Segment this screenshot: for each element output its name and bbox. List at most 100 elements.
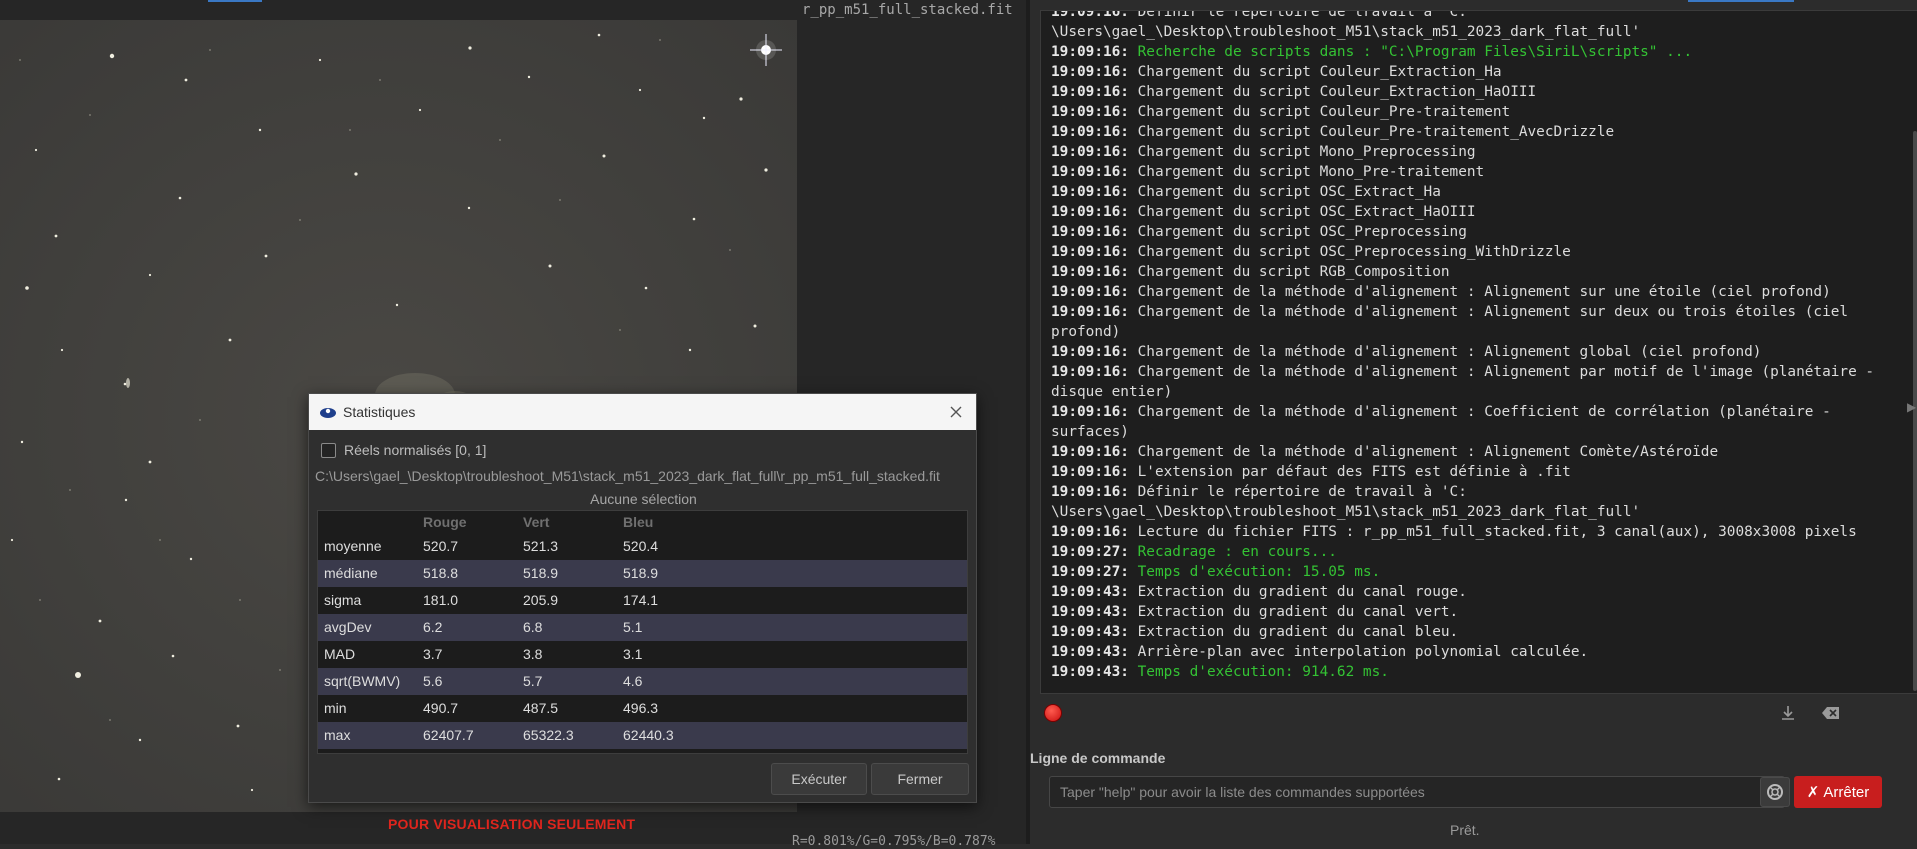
log-line: 19:09:16: Chargement du script OSC_Extra… bbox=[1051, 202, 1901, 222]
stat-value: 62407.7 bbox=[423, 727, 474, 743]
log-line: 19:09:16: Chargement du script Couleur_P… bbox=[1051, 122, 1901, 142]
stop-button[interactable]: ✗ Arrêter bbox=[1794, 776, 1882, 808]
stat-value: 496.3 bbox=[623, 700, 659, 716]
log-line: 19:09:27: Temps d'exécution: 15.05 ms. bbox=[1051, 562, 1901, 582]
table-row[interactable]: sqrt(BWMV) 5.6 5.7 4.6 bbox=[318, 668, 967, 695]
log-line: 19:09:16: Chargement du script RGB_Compo… bbox=[1051, 262, 1901, 282]
stat-value: 181.0 bbox=[423, 592, 459, 608]
stat-value: 3.1 bbox=[623, 646, 643, 662]
log-line: 19:09:16: L'extension par défaut des FIT… bbox=[1051, 462, 1901, 482]
siril-logo-icon bbox=[320, 408, 336, 418]
log-line: 19:09:16: Chargement de la méthode d'ali… bbox=[1051, 442, 1901, 462]
stat-name: sigma bbox=[324, 592, 362, 608]
table-row[interactable]: sigma 181.0 205.9 174.1 bbox=[318, 587, 967, 614]
stat-value: 487.5 bbox=[523, 700, 559, 716]
table-row[interactable]: MAD 3.7 3.8 3.1 bbox=[318, 641, 967, 668]
log-message: Temps d'exécution: 15.05 ms. bbox=[1137, 564, 1381, 580]
execute-button[interactable]: Exécuter bbox=[771, 763, 867, 795]
log-timestamp: 19:09:16: bbox=[1051, 44, 1138, 60]
help-button[interactable] bbox=[1760, 777, 1790, 807]
command-input[interactable] bbox=[1049, 776, 1785, 808]
log-message: Chargement de la méthode d'alignement : … bbox=[1137, 284, 1831, 300]
column-header-blue: Bleu bbox=[623, 514, 654, 530]
log-line: \Users\gael_\Desktop\troubleshoot_M51\st… bbox=[1051, 22, 1901, 42]
stat-value: 65322.3 bbox=[523, 727, 574, 743]
stat-name: sqrt(BWMV) bbox=[324, 673, 401, 689]
log-message: Chargement du script OSC_Preprocessing_W… bbox=[1137, 244, 1571, 260]
log-message: Définir le répertoire de travail à 'C: bbox=[1137, 10, 1467, 20]
log-line: 19:09:16: Chargement du script OSC_Prepr… bbox=[1051, 222, 1901, 242]
log-line: 19:09:43: Temps d'exécution: 914.62 ms. bbox=[1051, 662, 1901, 682]
stat-value: 490.7 bbox=[423, 700, 459, 716]
log-line: 19:09:16: Chargement de la méthode d'ali… bbox=[1051, 362, 1901, 402]
statistics-dialog: Statistiques Réels normalisés [0, 1] C:\… bbox=[308, 393, 977, 803]
column-header-green: Vert bbox=[523, 514, 550, 530]
log-message: Chargement du script RGB_Composition bbox=[1137, 264, 1450, 280]
log-line: 19:09:16: Chargement du script Couleur_E… bbox=[1051, 82, 1901, 102]
stat-value: 205.9 bbox=[523, 592, 559, 608]
statistics-table: Rouge Vert Bleu moyenne 520.7 521.3 520.4 mé… bbox=[317, 510, 968, 754]
stat-value: 521.3 bbox=[523, 538, 559, 554]
download-icon[interactable] bbox=[1778, 703, 1798, 727]
stat-name: médiane bbox=[324, 565, 378, 581]
table-row[interactable]: moyenne 520.7 521.3 520.4 bbox=[318, 533, 967, 560]
log-timestamp: 19:09:16: bbox=[1051, 184, 1138, 200]
dialog-title: Statistiques bbox=[343, 404, 416, 420]
log-line: 19:09:16: Chargement du script Couleur_E… bbox=[1051, 62, 1901, 82]
log-line: 19:09:16: Chargement de la méthode d'ali… bbox=[1051, 342, 1901, 362]
log-line: 19:09:16: Lecture du fichier FITS : r_pp… bbox=[1051, 522, 1901, 542]
log-line: 19:09:16: Chargement du script OSC_Prepr… bbox=[1051, 242, 1901, 262]
table-row[interactable]: avgDev 6.2 6.8 5.1 bbox=[318, 614, 967, 641]
log-timestamp: 19:09:16: bbox=[1051, 284, 1138, 300]
log-timestamp: 19:09:16: bbox=[1051, 164, 1138, 180]
log-message: Chargement du script Couleur_Extraction_… bbox=[1137, 64, 1502, 80]
table-row[interactable]: médiane 518.8 518.9 518.9 bbox=[318, 560, 967, 587]
log-timestamp: 19:09:16: bbox=[1051, 264, 1138, 280]
log-lines: 19:09:16: Définir le répertoire de trava… bbox=[1051, 10, 1901, 682]
stat-value: 518.9 bbox=[623, 565, 659, 581]
log-line: \Users\gael_\Desktop\troubleshoot_M51\st… bbox=[1051, 502, 1901, 522]
stat-value: 174.1 bbox=[623, 592, 659, 608]
log-timestamp: 19:09:43: bbox=[1051, 664, 1138, 680]
log-message: Recherche de scripts dans : "C:\Program … bbox=[1137, 44, 1693, 60]
console-log[interactable]: 19:09:16: Définir le répertoire de trava… bbox=[1040, 10, 1917, 694]
log-line: 19:09:43: Arrière-plan avec interpolatio… bbox=[1051, 642, 1901, 662]
preview-watermark: POUR VISUALISATION SEULEMENT bbox=[388, 816, 636, 832]
log-timestamp: 19:09:16: bbox=[1051, 524, 1138, 540]
log-timestamp: 19:09:16: bbox=[1051, 464, 1138, 480]
log-message: Chargement de la méthode d'alignement : … bbox=[1051, 364, 1883, 400]
log-line: 19:09:43: Extraction du gradient du cana… bbox=[1051, 602, 1901, 622]
collapse-arrow-icon[interactable]: ▶ bbox=[1907, 400, 1916, 414]
table-row[interactable]: min 490.7 487.5 496.3 bbox=[318, 695, 967, 722]
stat-name: min bbox=[324, 700, 347, 716]
log-message: Chargement du script Mono_Pre-traitement bbox=[1137, 164, 1485, 180]
log-timestamp: 19:09:27: bbox=[1051, 544, 1138, 560]
stat-value: 5.7 bbox=[523, 673, 543, 689]
dialog-titlebar[interactable]: Statistiques bbox=[309, 394, 976, 430]
log-message: Chargement du script Couleur_Pre-traitem… bbox=[1137, 124, 1615, 140]
stat-value: 6.8 bbox=[523, 619, 543, 635]
log-message: Chargement de la méthode d'alignement : … bbox=[1137, 444, 1719, 460]
table-row[interactable]: max 62407.7 65322.3 62440.3 bbox=[318, 722, 967, 749]
log-line: 19:09:43: Extraction du gradient du cana… bbox=[1051, 582, 1901, 602]
normalized-checkbox[interactable] bbox=[321, 442, 336, 458]
log-message: Chargement de la méthode d'alignement : … bbox=[1051, 304, 1857, 340]
log-timestamp: 19:09:16: bbox=[1051, 244, 1138, 260]
log-timestamp: 19:09:43: bbox=[1051, 584, 1138, 600]
log-message: Extraction du gradient du canal rouge. bbox=[1137, 584, 1467, 600]
log-message: Extraction du gradient du canal bleu. bbox=[1137, 624, 1459, 640]
column-header-red: Rouge bbox=[423, 514, 467, 530]
log-timestamp: 19:09:16: bbox=[1051, 204, 1138, 220]
stat-value: 518.8 bbox=[423, 565, 459, 581]
log-timestamp: 19:09:16: bbox=[1051, 64, 1138, 80]
log-line: 19:09:16: Recherche de scripts dans : "C… bbox=[1051, 42, 1901, 62]
log-timestamp: 19:09:16: bbox=[1051, 364, 1138, 380]
close-button[interactable]: Fermer bbox=[871, 763, 969, 795]
normalized-checkbox-row[interactable]: Réels normalisés [0, 1] bbox=[321, 442, 486, 458]
close-icon[interactable] bbox=[946, 402, 966, 422]
stat-name: max bbox=[324, 727, 351, 743]
status-text: Prêt. bbox=[1450, 822, 1480, 838]
log-timestamp: 19:09:16: bbox=[1051, 104, 1138, 120]
backspace-clear-icon[interactable] bbox=[1820, 703, 1842, 727]
log-timestamp: 19:09:16: bbox=[1051, 444, 1138, 460]
